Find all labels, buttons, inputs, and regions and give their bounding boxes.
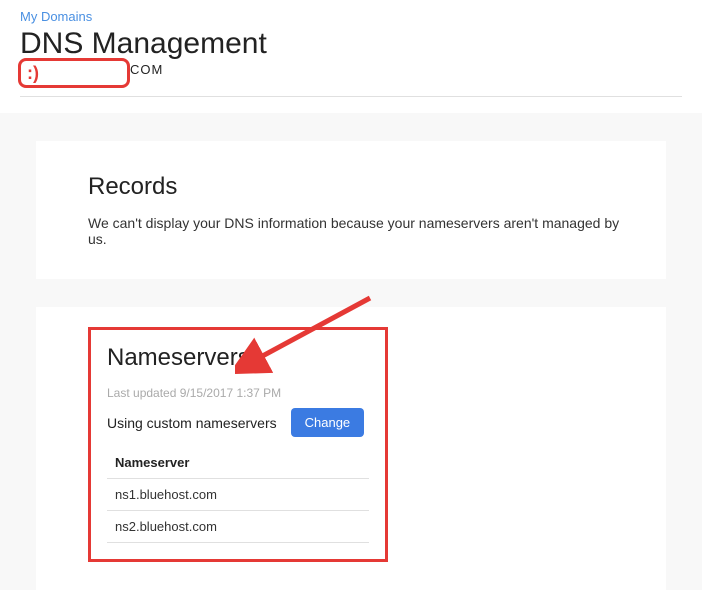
records-message: We can't display your DNS information be… bbox=[88, 215, 630, 247]
nameservers-updated: Last updated 9/15/2017 1:37 PM bbox=[107, 386, 369, 400]
content-area: Records We can't display your DNS inform… bbox=[0, 113, 702, 590]
nameserver-row: ns2.bluehost.com bbox=[107, 511, 369, 543]
change-button[interactable]: Change bbox=[291, 408, 365, 437]
page-title: DNS Management bbox=[20, 26, 682, 62]
records-title: Records bbox=[88, 173, 630, 201]
nameservers-card: Nameservers Last updated 9/15/2017 1:37 … bbox=[36, 307, 666, 590]
breadcrumb-my-domains[interactable]: My Domains bbox=[20, 9, 92, 24]
domain-tld: COM bbox=[130, 62, 163, 77]
smile-icon: :) bbox=[27, 63, 39, 84]
nameservers-status: Using custom nameservers bbox=[107, 415, 277, 431]
nameservers-highlight-box: Nameservers Last updated 9/15/2017 1:37 … bbox=[88, 327, 388, 562]
nameserver-row: ns1.bluehost.com bbox=[107, 479, 369, 511]
nameservers-status-row: Using custom nameservers Change bbox=[107, 408, 369, 437]
domain-highlight-box: :) bbox=[18, 58, 130, 88]
nameservers-title: Nameservers bbox=[107, 344, 369, 372]
header: My Domains DNS Management :) COM bbox=[0, 0, 702, 113]
divider bbox=[20, 96, 682, 97]
records-card: Records We can't display your DNS inform… bbox=[36, 141, 666, 279]
nameserver-table-header: Nameserver bbox=[107, 447, 369, 479]
